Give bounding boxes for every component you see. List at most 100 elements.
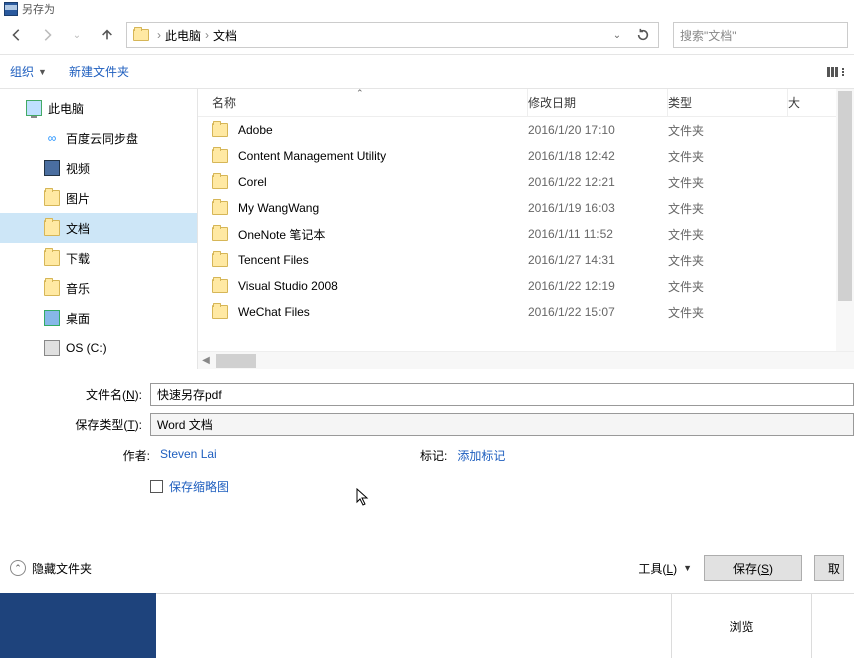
file-name: Content Management Utility <box>238 149 528 163</box>
tree-this-pc[interactable]: 此电脑 <box>0 93 197 123</box>
tree-video[interactable]: 视频 <box>0 153 197 183</box>
file-name: Adobe <box>238 123 528 137</box>
col-name[interactable]: 名称⌃ <box>198 89 528 116</box>
music-icon <box>44 280 60 296</box>
file-row[interactable]: WeChat Files2016/1/22 15:07文件夹 <box>198 299 854 325</box>
cloud-icon: ∞ <box>44 130 60 146</box>
folder-icon <box>212 123 228 137</box>
tools-dropdown[interactable]: 工具(L) ▼ <box>638 560 692 577</box>
filename-input[interactable]: 快速另存pdf <box>150 383 854 406</box>
up-button[interactable] <box>96 24 118 46</box>
author-label: 作者: <box>0 447 150 464</box>
desktop-icon <box>44 310 60 326</box>
forward-button[interactable] <box>36 24 58 46</box>
tree-downloads[interactable]: 下载 <box>0 243 197 273</box>
folder-icon <box>212 279 228 293</box>
file-row[interactable]: Tencent Files2016/1/27 14:31文件夹 <box>198 247 854 273</box>
bottom-bar: 浏览 <box>0 593 854 658</box>
address-dropdown[interactable]: ⌄ <box>604 24 630 46</box>
chevron-down-icon: ▼ <box>683 563 692 573</box>
folder-icon <box>212 227 228 241</box>
file-name: WeChat Files <box>238 305 528 319</box>
list-header: 名称⌃ 修改日期 类型 大 <box>198 89 854 117</box>
horizontal-scrollbar[interactable]: ◀ <box>198 351 854 369</box>
file-type: 文件夹 <box>668 226 788 243</box>
tag-value[interactable]: 添加标记 <box>457 447 505 464</box>
breadcrumb-folder[interactable]: 文档 <box>213 27 237 44</box>
file-date: 2016/1/22 15:07 <box>528 305 668 319</box>
breadcrumb-root[interactable]: 此电脑 <box>165 27 201 44</box>
bottom-spacer <box>156 594 671 658</box>
chevron-down-icon: ▼ <box>38 67 47 77</box>
folder-icon <box>212 201 228 215</box>
file-row[interactable]: OneNote 笔记本2016/1/11 11:52文件夹 <box>198 221 854 247</box>
file-row[interactable]: Corel2016/1/22 12:21文件夹 <box>198 169 854 195</box>
scroll-left-icon[interactable]: ◀ <box>198 355 214 366</box>
folder-tree: 此电脑 ∞百度云同步盘 视频 图片 文档 下载 音乐 桌面 OS (C:) <box>0 89 198 369</box>
scrollbar-thumb[interactable] <box>216 354 256 368</box>
tree-pictures[interactable]: 图片 <box>0 183 197 213</box>
chevron-right-icon: › <box>201 28 213 42</box>
scrollbar-thumb[interactable] <box>838 91 852 301</box>
folder-icon <box>212 305 228 319</box>
save-form: 文件名(N): 快速另存pdf 保存类型(T): Word 文档 作者: Ste… <box>0 369 854 495</box>
col-type[interactable]: 类型 <box>668 89 788 116</box>
hide-folders-button[interactable]: ⌃ 隐藏文件夹 <box>10 560 92 577</box>
file-type: 文件夹 <box>668 304 788 321</box>
file-row[interactable]: Content Management Utility2016/1/18 12:4… <box>198 143 854 169</box>
browse-button[interactable]: 浏览 <box>671 594 811 658</box>
bottom-white-panel: 浏览 <box>156 593 854 658</box>
organize-button[interactable]: 组织 ▼ <box>10 63 47 80</box>
drive-icon <box>44 340 60 356</box>
video-icon <box>44 160 60 176</box>
vertical-scrollbar[interactable] <box>836 89 854 351</box>
collapse-icon: ⌃ <box>10 560 26 576</box>
save-button[interactable]: 保存(S) <box>704 555 802 581</box>
file-row[interactable]: Visual Studio 20082016/1/22 12:19文件夹 <box>198 273 854 299</box>
view-options-button[interactable] <box>827 67 844 77</box>
search-input[interactable]: 搜索"文档" <box>673 22 848 48</box>
tag-label: 标记: <box>420 447 447 464</box>
dialog-footer: ⌃ 隐藏文件夹 工具(L) ▼ 保存(S) 取 <box>0 543 854 593</box>
savetype-select[interactable]: Word 文档 <box>150 413 854 436</box>
col-date[interactable]: 修改日期 <box>528 89 668 116</box>
back-button[interactable] <box>6 24 28 46</box>
bottom-blue-panel <box>0 593 156 658</box>
refresh-button[interactable] <box>630 24 656 46</box>
file-row[interactable]: Adobe2016/1/20 17:10文件夹 <box>198 117 854 143</box>
tree-music[interactable]: 音乐 <box>0 273 197 303</box>
history-dropdown[interactable]: ⌄ <box>66 24 88 46</box>
file-type: 文件夹 <box>668 174 788 191</box>
file-type: 文件夹 <box>668 148 788 165</box>
file-name: Corel <box>238 175 528 189</box>
file-name: OneNote 笔记本 <box>238 226 528 243</box>
author-value[interactable]: Steven Lai <box>160 447 217 464</box>
cancel-button[interactable]: 取 <box>814 555 844 581</box>
file-date: 2016/1/19 16:03 <box>528 201 668 215</box>
file-name: Visual Studio 2008 <box>238 279 528 293</box>
tree-osc[interactable]: OS (C:) <box>0 333 197 363</box>
new-folder-button[interactable]: 新建文件夹 <box>69 63 129 80</box>
file-row[interactable]: My WangWang2016/1/19 16:03文件夹 <box>198 195 854 221</box>
sort-caret-icon: ⌃ <box>356 88 364 99</box>
file-type: 文件夹 <box>668 278 788 295</box>
tree-desktop[interactable]: 桌面 <box>0 303 197 333</box>
address-bar[interactable]: › 此电脑 › 文档 ⌄ <box>126 22 659 48</box>
file-date: 2016/1/22 12:21 <box>528 175 668 189</box>
tree-baidu[interactable]: ∞百度云同步盘 <box>0 123 197 153</box>
file-type: 文件夹 <box>668 252 788 269</box>
folder-icon <box>212 253 228 267</box>
file-date: 2016/1/20 17:10 <box>528 123 668 137</box>
thumbnail-checkbox[interactable] <box>150 480 163 493</box>
downloads-icon <box>44 250 60 266</box>
main-area: 此电脑 ∞百度云同步盘 视频 图片 文档 下载 音乐 桌面 OS (C:) 名称… <box>0 89 854 369</box>
file-type: 文件夹 <box>668 200 788 217</box>
bottom-edge <box>811 594 854 658</box>
filename-label: 文件名(N): <box>0 386 150 403</box>
file-name: My WangWang <box>238 201 528 215</box>
file-list-panel: 名称⌃ 修改日期 类型 大 Adobe2016/1/20 17:10文件夹Con… <box>198 89 854 369</box>
window-title: 另存为 <box>22 1 55 17</box>
tree-documents[interactable]: 文档 <box>0 213 197 243</box>
nav-bar: ⌄ › 此电脑 › 文档 ⌄ 搜索"文档" <box>0 18 854 55</box>
thumbnail-label: 保存缩略图 <box>169 478 229 495</box>
